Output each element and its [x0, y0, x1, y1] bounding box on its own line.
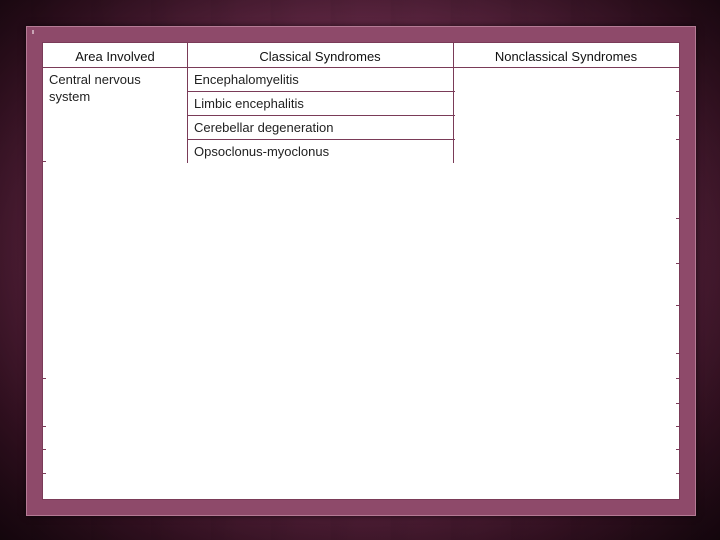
header-rule	[43, 67, 679, 68]
edge-tick	[676, 91, 679, 92]
divider-col-1	[187, 43, 188, 163]
edge-tick	[676, 378, 679, 379]
edge-tick	[676, 305, 679, 306]
edge-tick	[676, 139, 679, 140]
edge-tick	[676, 473, 679, 474]
edge-tick	[43, 473, 46, 474]
edge-tick	[43, 426, 46, 427]
divider-col-2	[453, 43, 454, 163]
cell-classical-limbic-encephalitis: Limbic encephalitis	[194, 96, 304, 111]
edge-tick	[676, 115, 679, 116]
cell-classical-cerebellar-degeneration: Cerebellar degeneration	[194, 120, 334, 135]
row-rule-2	[187, 115, 455, 116]
edge-tick	[43, 449, 46, 450]
corner-mark	[32, 30, 34, 34]
header-classical-syndromes: Classical Syndromes	[259, 49, 381, 64]
cell-area-central-nervous-system: Central nervous system	[49, 72, 141, 104]
edge-tick	[676, 353, 679, 354]
edge-tick	[676, 426, 679, 427]
edge-tick	[43, 378, 46, 379]
header-nonclassical-syndromes: Nonclassical Syndromes	[494, 49, 638, 64]
edge-tick	[676, 218, 679, 219]
row-rule-3	[187, 139, 455, 140]
cell-classical-encephalomyelitis: Encephalomyelitis	[194, 72, 299, 87]
edge-tick	[43, 161, 46, 162]
edge-tick	[676, 449, 679, 450]
edge-tick	[676, 403, 679, 404]
header-area-involved: Area Involved	[75, 49, 155, 64]
cell-classical-opsoclonus-myoclonus: Opsoclonus-myoclonus	[194, 144, 330, 159]
slide-canvas: Area Involved Classical Syndromes Noncla…	[42, 42, 680, 500]
edge-tick	[676, 263, 679, 264]
row-rule-1	[187, 91, 455, 92]
